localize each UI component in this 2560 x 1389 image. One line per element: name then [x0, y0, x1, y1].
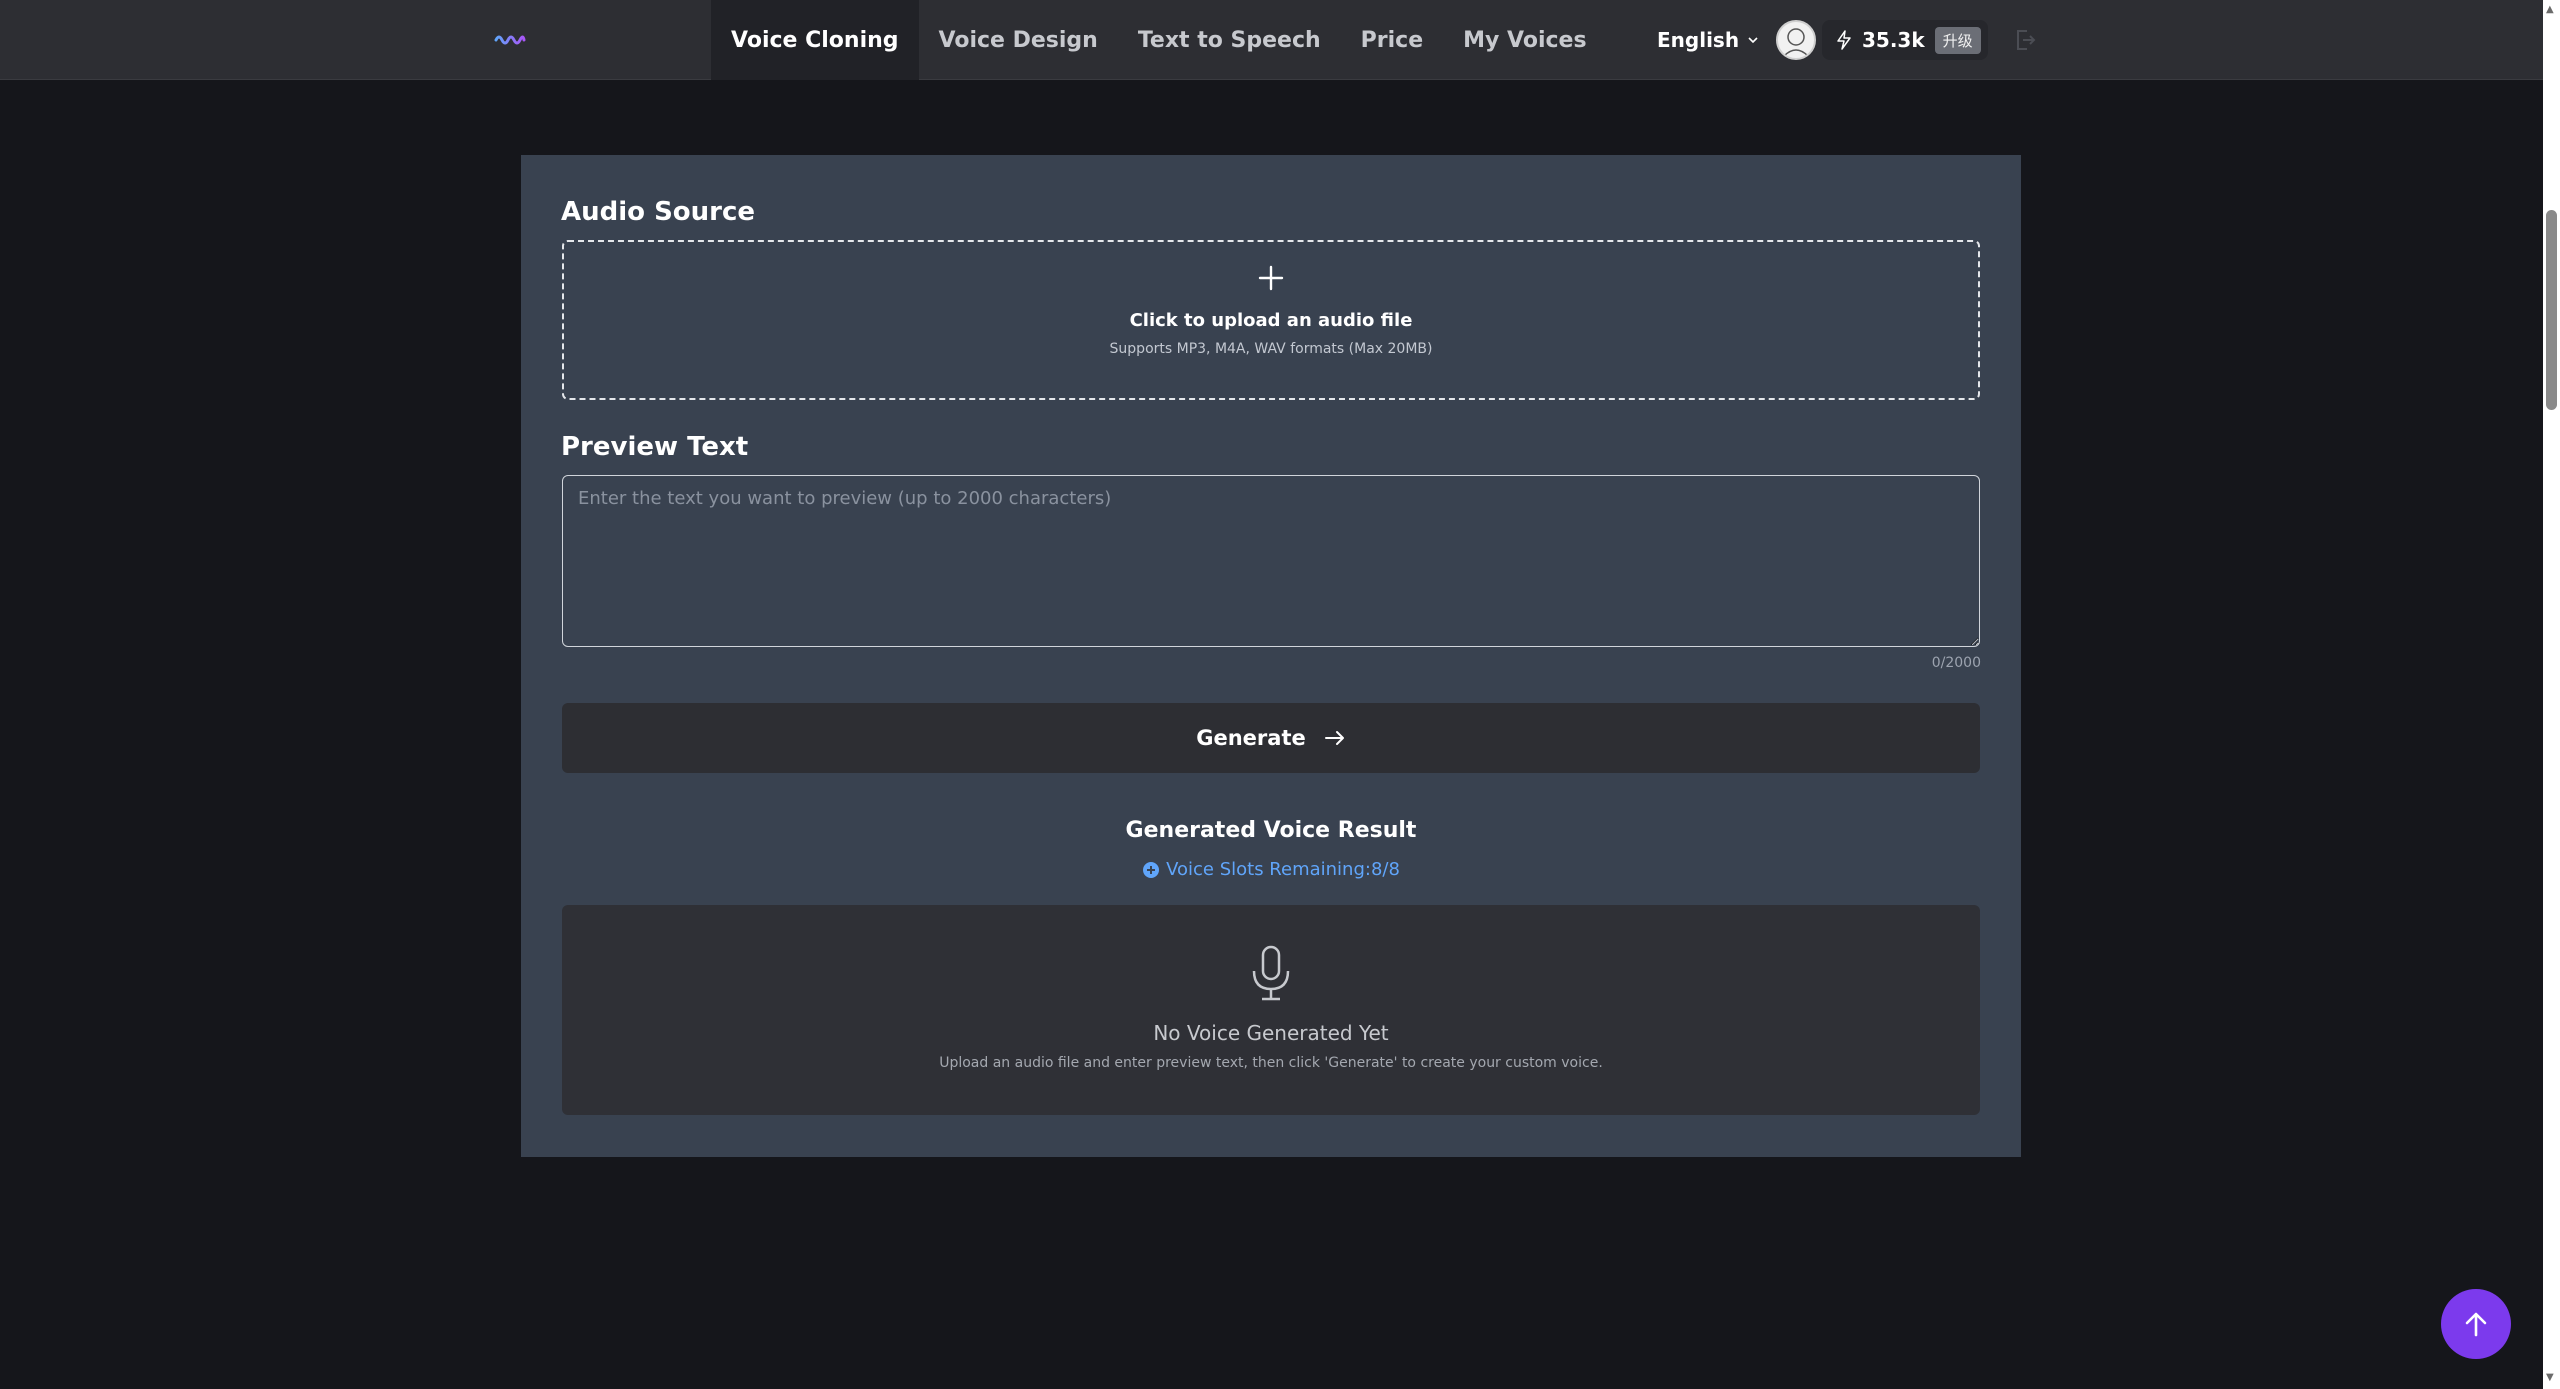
voice-slots-indicator: Voice Slots Remaining:8/8 — [521, 859, 2021, 880]
preview-text-title: Preview Text — [561, 432, 749, 462]
credits-value: 35.3k — [1862, 28, 1925, 52]
character-count: 0/2000 — [1931, 655, 1981, 671]
avatar[interactable] — [1776, 20, 1816, 60]
empty-result-hint: Upload an audio file and enter preview t… — [939, 1055, 1603, 1071]
scroll-up-arrow-icon[interactable]: ▲ — [2546, 4, 2554, 15]
empty-result-title: No Voice Generated Yet — [1153, 1021, 1389, 1045]
nav-text-to-speech[interactable]: Text to Speech — [1118, 0, 1341, 80]
scrollbar-thumb[interactable] — [2546, 210, 2557, 410]
nav-my-voices[interactable]: My Voices — [1443, 0, 1606, 80]
lightning-icon — [1837, 30, 1851, 50]
voice-cloning-card: Audio Source Click to upload an audio fi… — [521, 155, 2021, 1157]
logo-wave-icon[interactable] — [494, 30, 526, 50]
voice-slots-text: Voice Slots Remaining:8/8 — [1166, 859, 1400, 880]
upgrade-button[interactable]: 升级 — [1934, 26, 1981, 54]
top-navbar: Voice Cloning Voice Design Text to Speec… — [0, 0, 2543, 80]
logout-icon[interactable] — [2014, 28, 2036, 52]
language-selector[interactable]: English — [1657, 0, 1759, 80]
arrow-up-icon — [2465, 1312, 2487, 1337]
generate-label: Generate — [1196, 726, 1306, 750]
page-scrollbar[interactable] — [2543, 0, 2560, 1389]
plus-circle-icon — [1143, 861, 1160, 878]
upload-title: Click to upload an audio file — [1129, 310, 1413, 331]
language-label: English — [1657, 28, 1740, 52]
nav-price[interactable]: Price — [1341, 0, 1443, 80]
result-title: Generated Voice Result — [1125, 818, 1417, 843]
empty-result-panel: No Voice Generated Yet Upload an audio f… — [562, 905, 1980, 1115]
credits-badge[interactable]: 35.3k 升级 — [1822, 20, 1988, 60]
arrow-right-icon — [1324, 731, 1344, 745]
avatar-image — [1783, 28, 1809, 57]
nav-voice-design[interactable]: Voice Design — [919, 0, 1118, 80]
nav-voice-cloning[interactable]: Voice Cloning — [711, 0, 919, 80]
audio-source-title: Audio Source — [561, 197, 756, 227]
plus-icon — [1258, 265, 1284, 291]
microphone-icon — [1252, 945, 1290, 1001]
back-to-top-button[interactable] — [2441, 1289, 2511, 1359]
audio-upload-dropzone[interactable]: Click to upload an audio file Supports M… — [562, 240, 1980, 400]
chevron-down-icon — [1748, 37, 1758, 44]
upload-formats-hint: Supports MP3, M4A, WAV formats (Max 20MB… — [1109, 341, 1433, 357]
main-nav: Voice Cloning Voice Design Text to Speec… — [711, 0, 1607, 80]
scroll-down-arrow-icon[interactable]: ▼ — [2546, 1372, 2554, 1383]
generate-button[interactable]: Generate — [562, 703, 1980, 773]
preview-text-input[interactable] — [562, 475, 1980, 647]
